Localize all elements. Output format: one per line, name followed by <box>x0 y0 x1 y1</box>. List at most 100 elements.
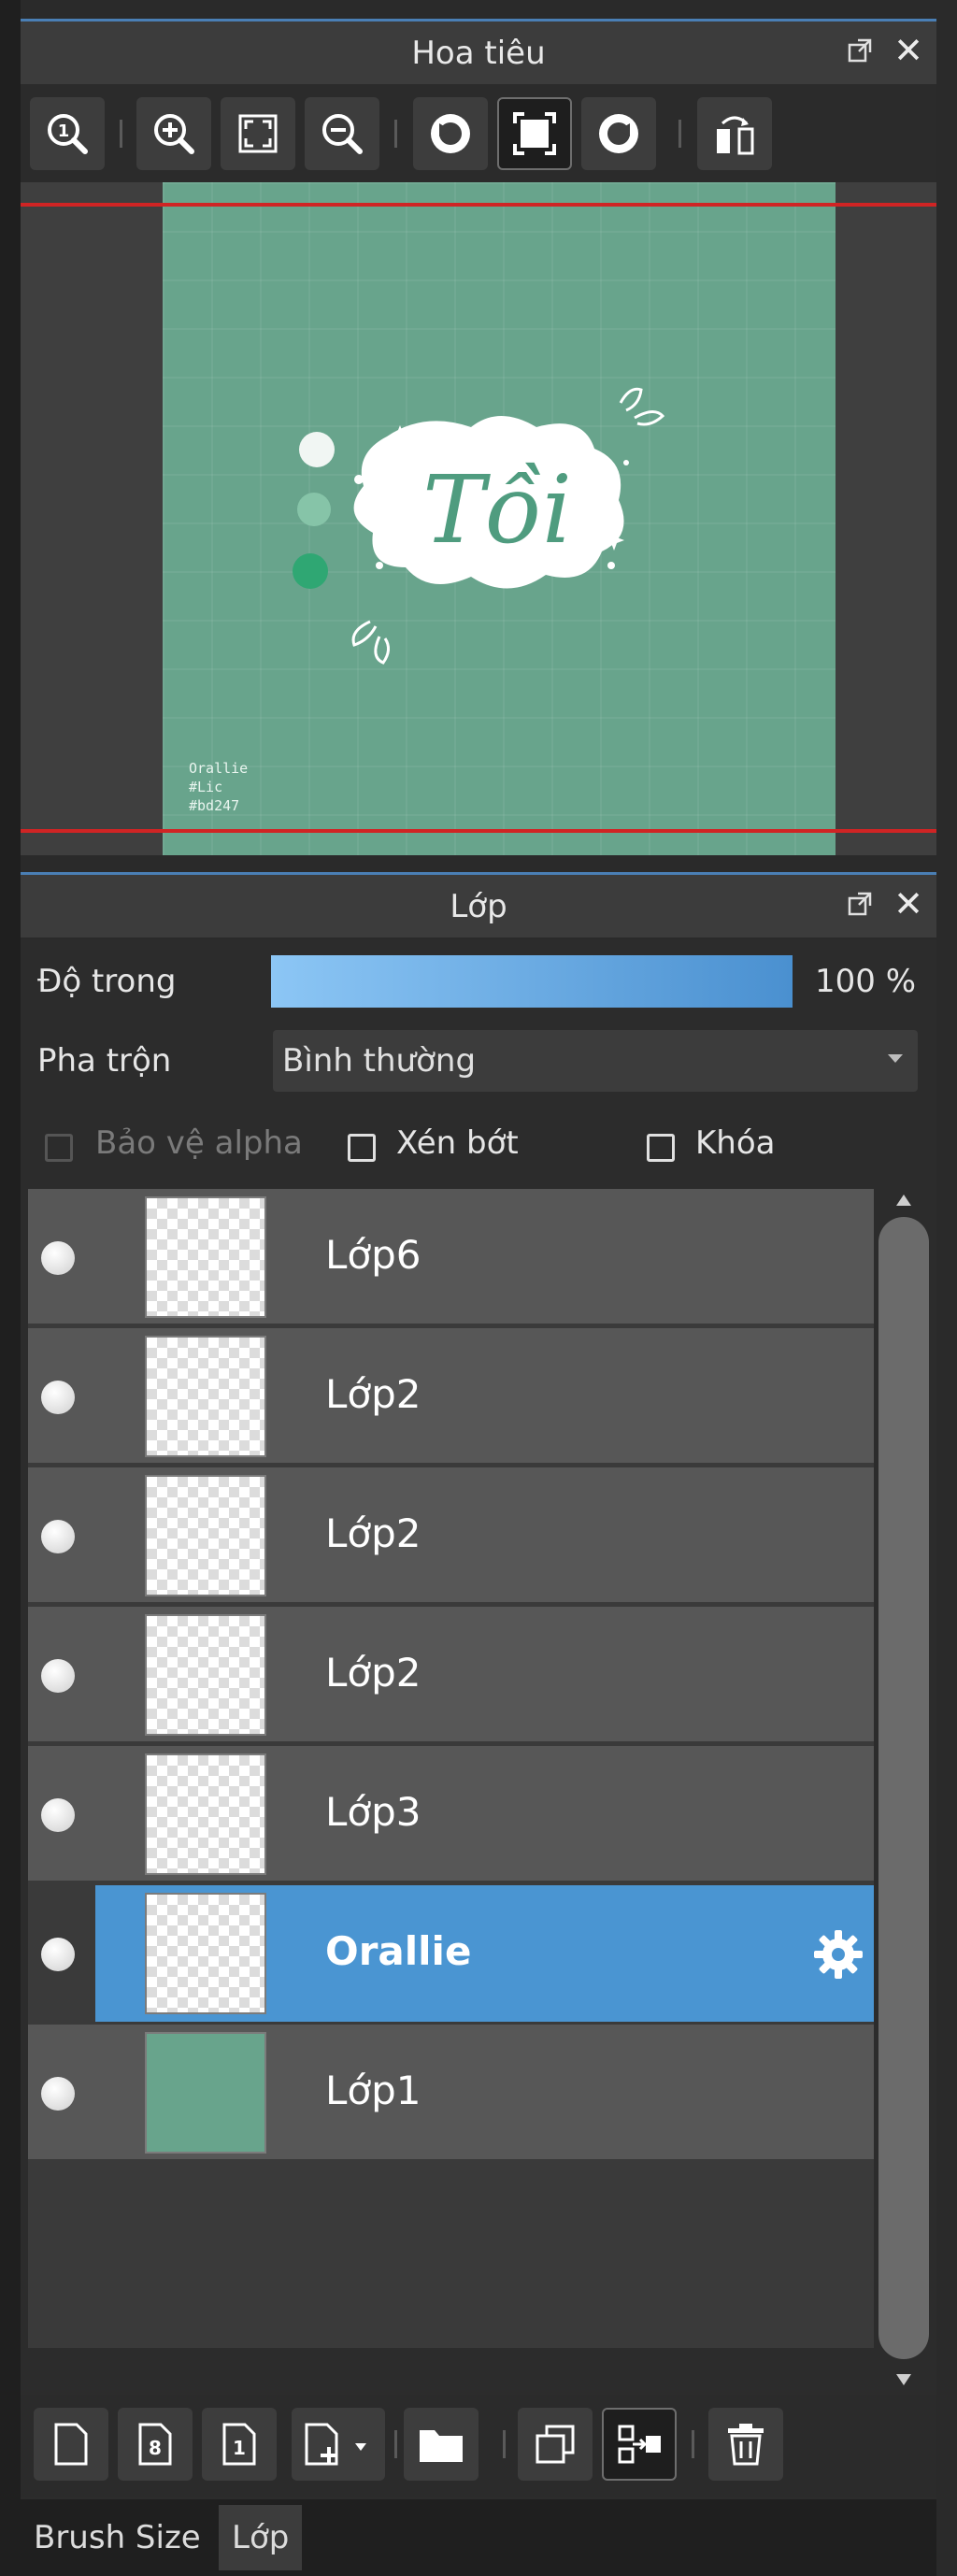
scroll-down-icon[interactable] <box>895 2372 912 2387</box>
scroll-up-icon[interactable] <box>895 1193 912 1208</box>
folder-icon <box>420 2430 463 2462</box>
visibility-toggle[interactable] <box>41 1381 75 1414</box>
artwork-caption-line2: #Lic <box>189 779 222 795</box>
flip-button[interactable] <box>697 97 772 170</box>
visibility-toggle[interactable] <box>41 1938 75 1971</box>
rotate-left-icon <box>431 114 470 153</box>
layers-title-bar: Lớp ✕ <box>21 872 936 937</box>
clipping-checkbox[interactable] <box>348 1134 376 1162</box>
layer-row[interactable]: Lớp2 <box>28 1328 874 1465</box>
layer-thumbnail <box>145 1614 266 1736</box>
tab-label: Lớp <box>232 2519 290 2556</box>
tab-label: Brush Size <box>34 2519 201 2556</box>
layer-thumbnail <box>145 1893 266 2014</box>
new-layer-icon <box>54 2423 88 2466</box>
zoom-in-icon <box>154 114 194 154</box>
fit-frame-icon <box>513 112 556 155</box>
add-layer-menu-icon <box>305 2423 366 2466</box>
view-frame-top <box>21 203 936 207</box>
svg-text:1: 1 <box>233 2437 246 2459</box>
left-gutter <box>0 0 21 2576</box>
scroll-thumb[interactable] <box>878 1217 929 2359</box>
rotate-right-button[interactable] <box>581 97 656 170</box>
artwork-caption-line3: #bd247 <box>189 797 239 814</box>
blend-mode-value: Bình thường <box>282 1042 477 1080</box>
layer-name: Lớp2 <box>325 1650 421 1696</box>
duplicate-icon <box>536 2425 575 2464</box>
new-1bit-layer-button[interactable]: 1 <box>202 2408 277 2481</box>
lock-label: Khóa <box>695 1124 776 1162</box>
layer-thumbnail <box>145 1336 266 1457</box>
layer-row[interactable]: Lớp2 <box>28 1607 874 1743</box>
merge-icon <box>618 2425 661 2464</box>
delete-layer-button[interactable] <box>708 2408 783 2481</box>
clipping-label: Xén bớt <box>396 1124 519 1162</box>
layer-thumbnail <box>145 1753 266 1875</box>
lock-checkbox[interactable] <box>647 1134 675 1162</box>
fit-screen-button[interactable] <box>221 97 295 170</box>
visibility-toggle[interactable] <box>41 2077 75 2111</box>
gear-icon[interactable] <box>810 1926 866 1982</box>
close-icon[interactable]: ✕ <box>893 886 923 922</box>
zoom-actual-button[interactable]: 1 <box>30 97 105 170</box>
new-1bit-layer-icon: 1 <box>222 2423 256 2466</box>
layer-row[interactable]: Lớp1 <box>28 2025 874 2161</box>
merge-layer-button[interactable] <box>602 2408 677 2481</box>
layer-name: Lớp2 <box>325 1371 421 1417</box>
layer-row[interactable]: Lớp2 <box>28 1467 874 1604</box>
flip-icon <box>717 116 754 155</box>
layer-row[interactable]: Lớp3 <box>28 1746 874 1882</box>
tab-brush-size[interactable]: Brush Size <box>21 2505 214 2570</box>
layer-name: Lớp6 <box>325 1232 421 1278</box>
blend-mode-select[interactable]: Bình thường <box>273 1030 918 1092</box>
new-folder-button[interactable] <box>404 2408 478 2481</box>
visibility-toggle[interactable] <box>41 1520 75 1553</box>
fit-frame-button[interactable] <box>497 97 572 170</box>
visibility-toggle[interactable] <box>41 1659 75 1693</box>
opacity-slider[interactable] <box>271 955 793 1008</box>
new-layer-button[interactable] <box>34 2408 108 2481</box>
blend-label: Pha trộn <box>37 1042 172 1080</box>
opacity-value: 100 % <box>815 963 917 1000</box>
layer-list: Lớp6 Lớp2 Lớp2 Lớp2 Lớp3 Orallie Lớp1 <box>28 1189 874 2348</box>
artwork-title: Tồi <box>422 455 572 565</box>
new-8bit-layer-button[interactable]: 8 <box>118 2408 193 2481</box>
layer-name: Lớp1 <box>325 2068 421 2113</box>
duplicate-layer-button[interactable] <box>518 2408 593 2481</box>
add-layer-menu-button[interactable] <box>292 2408 385 2481</box>
zoom-in-button[interactable] <box>136 97 211 170</box>
navigator-title: Hoa tiêu <box>411 34 546 72</box>
view-frame-bottom <box>21 829 936 833</box>
rotate-right-icon <box>599 114 638 153</box>
tab-layers[interactable]: Lớp <box>219 2505 303 2570</box>
chevron-down-icon <box>888 1054 903 1063</box>
popout-icon[interactable] <box>847 37 873 64</box>
artwork-caption-line1: Orallie <box>189 760 248 777</box>
layer-row-selected[interactable]: Orallie <box>28 1885 874 2022</box>
layer-name: Lớp3 <box>325 1789 421 1835</box>
artwork-illustration: Tồi Orallie #Lic #bd247 <box>189 387 665 814</box>
close-icon[interactable]: ✕ <box>893 33 923 68</box>
fit-screen-icon <box>238 114 278 153</box>
delete-icon <box>728 2424 764 2466</box>
new-8bit-layer-icon: 8 <box>138 2423 172 2466</box>
navigator-title-bar: Hoa tiêu ✕ <box>21 19 936 84</box>
svg-text:8: 8 <box>149 2437 162 2459</box>
zoom-actual-icon: 1 <box>48 114 88 154</box>
canvas-artwork: Tồi Orallie #Lic #bd247 <box>163 182 836 855</box>
opacity-label: Độ trong <box>37 963 177 1000</box>
visibility-toggle[interactable] <box>41 1241 75 1275</box>
navigator-preview[interactable]: Tồi Orallie #Lic #bd247 <box>21 182 936 855</box>
protect-alpha-checkbox[interactable] <box>45 1134 73 1162</box>
zoom-out-button[interactable] <box>305 97 379 170</box>
popout-icon[interactable] <box>847 891 873 917</box>
zoom-out-icon <box>322 114 363 154</box>
layer-name: Lớp2 <box>325 1510 421 1556</box>
rotate-left-button[interactable] <box>413 97 488 170</box>
panel-tab-bar: Brush Size Lớp <box>21 2499 936 2576</box>
layer-row[interactable]: Lớp6 <box>28 1189 874 1325</box>
navigator-toolbar: 1 <box>21 84 936 182</box>
layer-name: Orallie <box>325 1928 472 1974</box>
visibility-toggle[interactable] <box>41 1798 75 1832</box>
svg-text:1: 1 <box>58 122 70 141</box>
